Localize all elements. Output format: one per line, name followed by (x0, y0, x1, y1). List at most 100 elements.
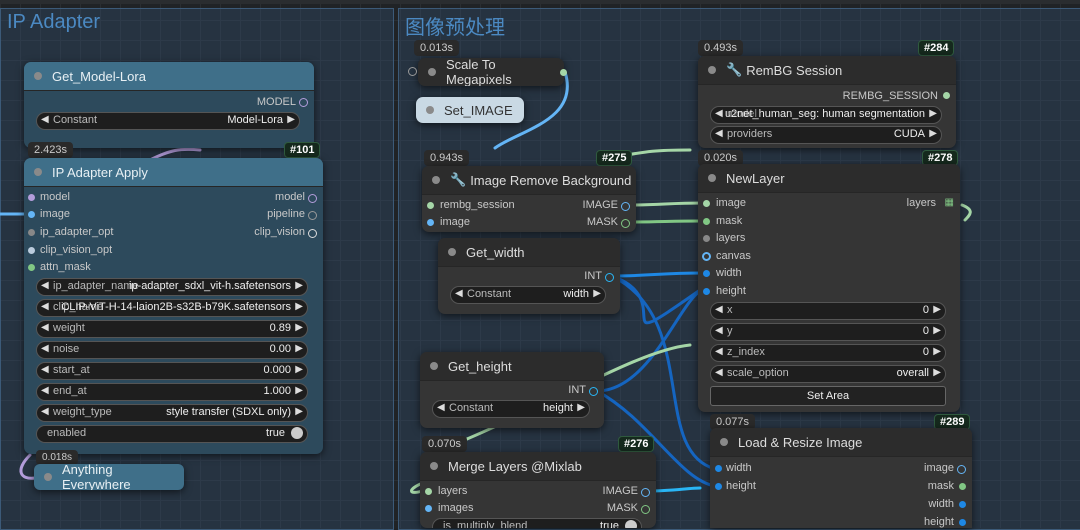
output-socket-icon[interactable] (308, 211, 317, 220)
arrow-right-icon[interactable]: ▶ (295, 301, 303, 312)
collapse-dot-icon[interactable] (448, 248, 456, 256)
collapse-dot-icon[interactable] (428, 68, 436, 76)
arrow-left-icon[interactable]: ◀ (41, 343, 49, 354)
model-combo[interactable]: ◀ model u2net_human_seg: human segmentatio… (710, 106, 942, 124)
node-get-model-lora[interactable]: Get_Model-Lora MODEL ◀ Constant Model-Lo… (24, 62, 314, 148)
arrow-right-icon[interactable]: ▶ (295, 322, 303, 333)
weight-type-combo[interactable]: ◀ weight_type style transfer (SDXL only) ▶ (36, 404, 308, 422)
arrow-right-icon[interactable]: ▶ (295, 364, 303, 375)
arrow-right-icon[interactable]: ▶ (295, 280, 303, 291)
collapse-dot-icon[interactable] (34, 72, 42, 80)
arrow-left-icon[interactable]: ◀ (41, 406, 49, 417)
arrow-left-icon[interactable]: ◀ (41, 364, 49, 375)
collapse-dot-icon[interactable] (426, 106, 434, 114)
node-new-layer[interactable]: NewLayer layers ▦ image mask layers canv… (698, 164, 960, 412)
arrow-left-icon[interactable]: ◀ (41, 385, 49, 396)
output-socket-icon[interactable] (959, 483, 966, 490)
input-socket-icon[interactable] (715, 483, 722, 490)
constant-combo[interactable]: ◀ Constant height ▶ (432, 400, 590, 418)
toggle-knob-icon[interactable] (625, 520, 637, 528)
collapse-dot-icon[interactable] (430, 462, 438, 470)
input-socket-icon[interactable] (425, 488, 432, 495)
node-merge-layers[interactable]: Merge Layers @Mixlab layers images IMAGE… (420, 452, 656, 528)
output-socket-icon[interactable] (943, 92, 950, 99)
input-socket-icon[interactable] (28, 229, 35, 236)
arrow-left-icon[interactable]: ◀ (455, 288, 463, 299)
input-socket-icon[interactable] (703, 288, 710, 295)
collapse-dot-icon[interactable] (44, 473, 52, 481)
arrow-right-icon[interactable]: ▶ (933, 346, 941, 357)
output-socket-icon[interactable] (308, 194, 317, 203)
collapse-dot-icon[interactable] (708, 174, 716, 182)
arrow-right-icon[interactable]: ▶ (593, 288, 601, 299)
collapse-dot-icon[interactable] (430, 362, 438, 370)
input-socket-icon[interactable] (28, 211, 35, 218)
arrow-left-icon[interactable]: ◀ (41, 322, 49, 333)
arrow-left-icon[interactable]: ◀ (715, 325, 723, 336)
clip-name-combo[interactable]: ◀ clip_name CLIP-ViT-H-14-laion2B-s32B-b79… (36, 299, 308, 317)
arrow-right-icon[interactable]: ▶ (933, 304, 941, 315)
arrow-right-icon[interactable]: ▶ (929, 108, 937, 119)
input-socket-icon[interactable] (425, 505, 432, 512)
arrow-right-icon[interactable]: ▶ (295, 385, 303, 396)
node-rembg-session[interactable]: 🔧 RemBG Session REMBG_SESSION ◀ model u2net… (698, 56, 956, 148)
input-socket-icon[interactable] (703, 218, 710, 225)
arrow-left-icon[interactable]: ◀ (41, 301, 49, 312)
scale-option-combo[interactable]: ◀ scale_option overall ▶ (710, 365, 946, 383)
arrow-right-icon[interactable]: ▶ (933, 367, 941, 378)
input-socket-icon[interactable] (703, 235, 710, 242)
input-socket-icon[interactable] (28, 247, 35, 254)
output-socket-icon[interactable] (641, 505, 650, 514)
arrow-left-icon[interactable]: ◀ (437, 402, 445, 413)
node-scale-to-megapixels[interactable]: Scale To Megapixels (418, 58, 564, 86)
output-socket-icon[interactable] (957, 465, 966, 474)
output-socket-icon[interactable] (308, 229, 317, 238)
output-socket-icon[interactable] (605, 273, 614, 282)
input-socket-icon[interactable] (703, 200, 710, 207)
collapse-dot-icon[interactable] (432, 176, 440, 184)
noise-input[interactable]: ◀ noise 0.00 ▶ (36, 341, 308, 359)
node-get-width[interactable]: Get_width INT ◀ Constant width ▶ (438, 238, 620, 314)
collapse-dot-icon[interactable] (720, 438, 728, 446)
node-anything-everywhere[interactable]: Anything Everywhere (34, 464, 184, 490)
arrow-left-icon[interactable]: ◀ (41, 114, 49, 125)
start-at-input[interactable]: ◀ start_at 0.000 ▶ (36, 362, 308, 380)
arrow-right-icon[interactable]: ▶ (295, 343, 303, 354)
output-socket-icon[interactable] (959, 501, 966, 508)
arrow-left-icon[interactable]: ◀ (715, 304, 723, 315)
node-load-resize-image[interactable]: Load & Resize Image width height image m… (710, 428, 972, 528)
output-socket-icon[interactable] (621, 219, 630, 228)
node-get-height[interactable]: Get_height INT ◀ Constant height ▶ (420, 352, 604, 428)
weight-input[interactable]: ◀ weight 0.89 ▶ (36, 320, 308, 338)
input-socket-icon[interactable] (28, 194, 35, 201)
arrow-left-icon[interactable]: ◀ (715, 108, 723, 119)
set-area-button[interactable]: Set Area (710, 386, 946, 406)
constant-combo[interactable]: ◀ Constant Model-Lora ▶ (36, 112, 300, 130)
input-socket-icon[interactable] (28, 264, 35, 271)
providers-combo[interactable]: ◀ providers CUDA ▶ (710, 126, 942, 144)
toggle-knob-icon[interactable] (291, 427, 303, 439)
output-socket-icon[interactable] (299, 98, 308, 107)
enabled-toggle[interactable]: enabled true (36, 425, 308, 443)
input-socket-icon[interactable] (703, 270, 710, 277)
input-socket-icon[interactable] (715, 465, 722, 472)
collapse-dot-icon[interactable] (708, 66, 716, 74)
arrow-right-icon[interactable]: ▶ (933, 325, 941, 336)
input-socket-icon[interactable] (427, 219, 434, 226)
z-index-input[interactable]: ◀ z_index 0 ▶ (710, 344, 946, 362)
output-socket-icon[interactable] (560, 69, 567, 76)
collapse-dot-icon[interactable] (34, 168, 42, 176)
arrow-left-icon[interactable]: ◀ (715, 367, 723, 378)
arrow-left-icon[interactable]: ◀ (715, 346, 723, 357)
arrow-right-icon[interactable]: ▶ (295, 406, 303, 417)
node-set-image[interactable]: Set_IMAGE (416, 97, 524, 123)
y-input[interactable]: ◀ y 0 ▶ (710, 323, 946, 341)
output-socket-icon[interactable] (589, 387, 598, 396)
grid-socket-icon[interactable]: ▦ (945, 198, 954, 208)
multiply-blend-toggle[interactable]: is_multiply_blend true (432, 518, 642, 528)
output-socket-icon[interactable] (641, 488, 650, 497)
input-socket-icon[interactable] (702, 252, 711, 261)
input-socket-icon[interactable] (427, 202, 434, 209)
node-image-remove-background[interactable]: 🔧 Image Remove Background rembg_session i… (422, 166, 636, 232)
output-socket-icon[interactable] (959, 519, 966, 526)
